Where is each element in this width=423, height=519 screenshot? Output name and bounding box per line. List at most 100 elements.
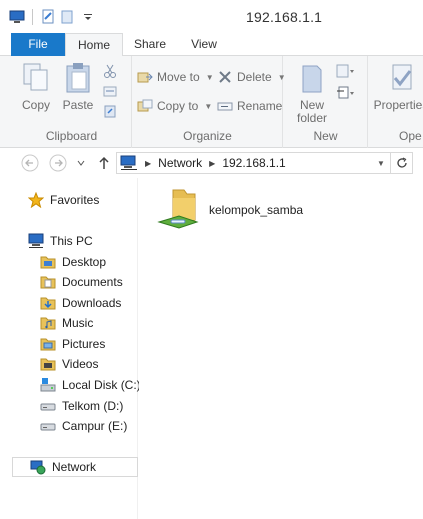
- nav-pictures[interactable]: Pictures: [40, 334, 105, 354]
- drive-icon: [40, 398, 56, 414]
- new-folder-button[interactable]: New folder: [290, 62, 334, 125]
- rename-button[interactable]: Rename: [217, 95, 282, 117]
- copy-path-button[interactable]: [102, 80, 118, 102]
- nav-pictures-label: Pictures: [62, 337, 106, 351]
- nav-telkom-d[interactable]: Telkom (D:): [40, 396, 123, 416]
- paste-label: Paste: [62, 98, 94, 112]
- nav-favorites[interactable]: Favorites: [28, 190, 99, 210]
- refresh-button[interactable]: [390, 153, 412, 173]
- organize-group-label: Organize: [183, 129, 232, 143]
- nav-downloads[interactable]: Downloads: [40, 293, 121, 313]
- system-drive-icon: [40, 377, 56, 393]
- videos-folder-icon: [40, 356, 56, 372]
- nav-music-label: Music: [62, 316, 94, 330]
- copy-to-label: Copy to: [157, 99, 199, 113]
- forward-arrow-icon: [49, 154, 67, 172]
- copy-icon: [23, 63, 48, 91]
- nav-videos[interactable]: Videos: [40, 354, 98, 374]
- delete-icon: [219, 71, 231, 83]
- music-folder-icon: [40, 315, 56, 331]
- title-bar: 192.168.1.1: [0, 0, 423, 33]
- folder-name: kelompok_samba: [209, 202, 304, 217]
- customize-qat-icon[interactable]: [79, 8, 97, 26]
- delete-button[interactable]: Delete ▼: [217, 66, 286, 88]
- move-to-label: Move to: [157, 70, 200, 84]
- open-group: Properties Ope: [369, 56, 423, 148]
- nav-network-label: Network: [52, 460, 97, 474]
- address-segment-network[interactable]: Network: [158, 156, 202, 170]
- window-title: 192.168.1.1: [246, 9, 323, 25]
- copy-to-button[interactable]: Copy to ▼: [137, 95, 212, 117]
- copy-button[interactable]: Copy: [16, 62, 56, 112]
- refresh-icon: [396, 157, 407, 168]
- properties-icon[interactable]: [39, 8, 57, 26]
- address-segment-host[interactable]: 192.168.1.1: [222, 156, 285, 170]
- rename-icon: [217, 102, 233, 111]
- paste-icon: [66, 63, 90, 93]
- nav-downloads-label: Downloads: [62, 296, 122, 310]
- network-address-icon: [120, 155, 138, 171]
- new-folder-icon: [302, 65, 322, 93]
- list-item[interactable]: kelompok_samba: [157, 186, 303, 233]
- clipboard-group: Copy Paste Clipboard: [12, 56, 132, 148]
- navigation-bar: ▶ Network ▶ 192.168.1.1 ▼: [0, 148, 423, 178]
- nav-desktop[interactable]: Desktop: [40, 252, 106, 272]
- forward-button[interactable]: [48, 153, 68, 173]
- network-globe-icon: [30, 459, 46, 475]
- tab-home[interactable]: Home: [65, 33, 123, 57]
- nav-this-pc[interactable]: This PC: [28, 231, 93, 251]
- easy-access-button[interactable]: [336, 82, 356, 104]
- pictures-folder-icon: [40, 336, 56, 352]
- ribbon-tabs: File Home Share View: [0, 33, 423, 57]
- paste-shortcut-button[interactable]: [102, 100, 118, 122]
- paste-shortcut-icon: [104, 105, 116, 118]
- quick-access-toolbar: [8, 8, 97, 26]
- nav-network[interactable]: Network: [12, 457, 138, 477]
- delete-label: Delete: [237, 70, 272, 84]
- nav-desktop-label: Desktop: [62, 255, 107, 269]
- up-arrow-icon: [99, 156, 109, 169]
- up-button[interactable]: [94, 153, 114, 173]
- new-folder-qat-icon[interactable]: [59, 8, 77, 26]
- properties-button[interactable]: Properties: [371, 62, 423, 112]
- copy-label: Copy: [21, 98, 50, 112]
- address-separator-icon: ▶: [145, 158, 152, 168]
- move-to-icon: [137, 72, 153, 83]
- copy-path-icon: [103, 86, 117, 97]
- ribbon: Copy Paste Clipboard Move to ▼ Copy to ▼ D…: [0, 56, 423, 148]
- nav-documents-label: Documents: [62, 275, 123, 289]
- tab-view[interactable]: View: [178, 33, 230, 56]
- nav-local-disk-c[interactable]: Local Disk (C:): [40, 375, 141, 395]
- shared-folder-icon: [157, 186, 199, 233]
- nav-telkom-d-label: Telkom (D:): [62, 399, 124, 413]
- rename-label: Rename: [237, 99, 283, 113]
- nav-local-disk-c-label: Local Disk (C:): [62, 378, 141, 392]
- tab-file[interactable]: File: [11, 33, 65, 56]
- drive-icon: [40, 418, 56, 434]
- nav-this-pc-label: This PC: [50, 234, 93, 248]
- address-bar[interactable]: ▶ Network ▶ 192.168.1.1 ▼: [116, 152, 413, 174]
- computer-icon[interactable]: [8, 8, 26, 26]
- new-item-button[interactable]: [336, 60, 356, 82]
- move-to-button[interactable]: Move to ▼: [137, 66, 214, 88]
- navigation-pane: Favorites This PC Desktop Documents Down…: [0, 178, 141, 519]
- copy-to-icon: [137, 99, 153, 112]
- paste-button[interactable]: Paste: [58, 62, 98, 112]
- new-item-icon: [336, 64, 354, 78]
- nav-music[interactable]: Music: [40, 313, 93, 333]
- back-button[interactable]: [20, 153, 40, 173]
- open-group-label: Ope: [399, 129, 422, 143]
- nav-campur-e[interactable]: Campur (E:): [40, 416, 127, 436]
- recent-locations-button[interactable]: [74, 153, 88, 173]
- address-history-chevron-icon[interactable]: ▼: [372, 159, 390, 168]
- nav-documents[interactable]: Documents: [40, 272, 123, 292]
- new-folder-label-2: folder: [296, 111, 328, 125]
- chevron-down-icon: [77, 160, 85, 166]
- easy-access-icon: [337, 86, 354, 99]
- nav-campur-e-label: Campur (E:): [62, 419, 128, 433]
- star-icon: [28, 192, 44, 208]
- tab-share[interactable]: Share: [124, 33, 176, 56]
- back-arrow-icon: [21, 154, 39, 172]
- desktop-folder-icon: [40, 254, 56, 270]
- cut-button[interactable]: [102, 60, 118, 82]
